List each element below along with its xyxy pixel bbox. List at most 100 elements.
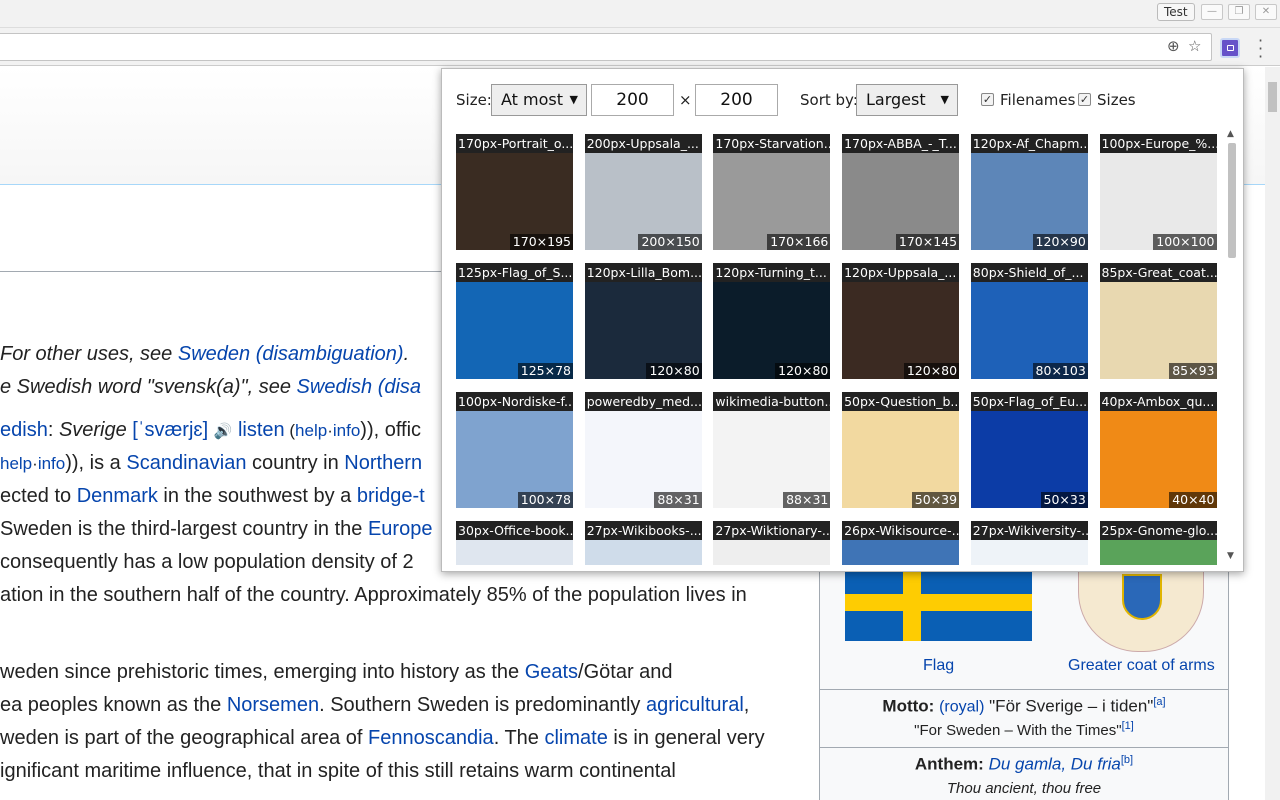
width-input[interactable]: 200 — [591, 84, 674, 116]
image-filename: 120px-Lilla_Bom... — [584, 263, 702, 282]
image-tile[interactable]: 200px-Uppsala_... 200×150 — [584, 134, 702, 250]
maximize-button[interactable]: ❐ — [1228, 4, 1250, 20]
popup-scrollbar[interactable]: ▲ ▼ — [1225, 129, 1239, 565]
close-window-button[interactable]: ✕ — [1255, 4, 1277, 20]
size-label: Size: — [456, 91, 492, 109]
northern-link[interactable]: Northern — [344, 452, 422, 474]
sizes-label[interactable]: Sizes — [1097, 91, 1136, 109]
image-tile[interactable]: 170px-ABBA_-_T... 170×145 — [842, 134, 960, 250]
image-tile[interactable]: 27px-Wiktionary-... — [713, 521, 831, 565]
flag-image[interactable] — [845, 568, 1032, 641]
paragraph-line: ignificant maritime influence, that in s… — [0, 760, 676, 782]
image-extension-icon[interactable] — [1220, 38, 1240, 58]
image-filename: 200px-Uppsala_... — [584, 134, 702, 153]
scroll-down-icon[interactable]: ▼ — [1227, 551, 1234, 561]
image-tile[interactable]: 170px-Starvation... 170×166 — [713, 134, 831, 250]
geats-link[interactable]: Geats — [525, 661, 578, 683]
zoom-icon[interactable]: ⊕ — [1167, 38, 1180, 54]
image-filename: 85px-Great_coat... — [1099, 263, 1217, 282]
flag-caption[interactable]: Flag — [923, 657, 954, 675]
denmark-link[interactable]: Denmark — [77, 485, 158, 507]
image-tile[interactable]: poweredby_med... 88×31 — [584, 392, 702, 508]
sizes-checkbox[interactable]: ✓ — [1078, 93, 1091, 106]
image-tile[interactable]: 120px-Uppsala_... 120×80 — [842, 263, 960, 379]
image-filename: 25px-Gnome-glo... — [1099, 521, 1217, 540]
footnote-a[interactable]: [a] — [1153, 696, 1165, 708]
height-input[interactable]: 200 — [695, 84, 778, 116]
info-link[interactable]: info — [38, 454, 65, 473]
swedish-link[interactable]: Swedish (disa — [297, 376, 422, 398]
help-link[interactable]: help — [295, 421, 327, 440]
filenames-label[interactable]: Filenames — [1000, 91, 1075, 109]
image-filename: 26px-Wikisource-... — [842, 521, 960, 540]
fennoscandia-link[interactable]: Fennoscandia — [368, 727, 494, 749]
image-tile[interactable]: 100px-Nordiske-f... 100×78 — [456, 392, 573, 508]
bridge-link[interactable]: bridge-t — [357, 485, 425, 507]
image-filename: 170px-ABBA_-_T... — [842, 134, 960, 153]
ipa-link[interactable]: [ˈsværjɛ] — [127, 419, 208, 441]
image-tile[interactable]: 25px-Gnome-glo... — [1099, 521, 1217, 565]
image-tile[interactable]: 120px-Turning_t... 120×80 — [713, 263, 831, 379]
image-dimensions: 200×150 — [638, 234, 702, 250]
image-tile[interactable]: 125px-Flag_of_S... 125×78 — [456, 263, 573, 379]
profile-button[interactable]: Test — [1157, 3, 1195, 21]
speaker-icon[interactable]: 🔊 — [214, 423, 233, 440]
info-link[interactable]: info — [333, 421, 360, 440]
size-mode-select[interactable]: At most ▼ — [491, 84, 587, 116]
image-tile[interactable]: wikimedia-button... 88×31 — [713, 392, 831, 508]
image-tile[interactable]: 27px-Wikiversity-... — [970, 521, 1088, 565]
image-filename: wikimedia-button... — [713, 392, 831, 411]
image-dimensions: 120×80 — [903, 363, 960, 379]
help-link[interactable]: help — [0, 454, 32, 473]
anthem-link[interactable]: Du gamla, Du fria — [989, 755, 1121, 774]
image-tile[interactable]: 27px-Wikibooks-... — [584, 521, 702, 565]
image-dimensions: 85×93 — [1169, 363, 1217, 379]
coat-of-arms-caption[interactable]: Greater coat of arms — [1068, 657, 1215, 675]
image-tile[interactable]: 100px-Europe_%... 100×100 — [1099, 134, 1217, 250]
listen-link[interactable]: listen — [238, 419, 285, 441]
image-tile[interactable]: 50px-Flag_of_Eu... 50×33 — [970, 392, 1088, 508]
image-filename: 125px-Flag_of_S... — [456, 263, 573, 282]
climate-link[interactable]: climate — [544, 727, 607, 749]
minimize-button[interactable]: — — [1201, 4, 1223, 20]
image-tile[interactable]: 120px-Lilla_Bom... 120×80 — [584, 263, 702, 379]
image-tile[interactable]: 30px-Office-book... — [456, 521, 573, 565]
title-bar: Test — ❐ ✕ — [0, 0, 1280, 28]
image-filename: 120px-Af_Chapm... — [970, 134, 1088, 153]
page-scrollbar[interactable] — [1265, 67, 1280, 800]
paragraph-line: Sweden is the third-largest country in t… — [0, 518, 433, 540]
coat-of-arms-image[interactable] — [1078, 568, 1204, 652]
scandinavian-link[interactable]: Scandinavian — [126, 452, 246, 474]
swedish-language-link[interactable]: edish — [0, 419, 48, 441]
europe-link[interactable]: Europe — [368, 518, 433, 540]
paragraph-line: ected to Denmark in the southwest by a b… — [0, 485, 425, 507]
image-tile[interactable]: 170px-Portrait_o... 170×195 — [456, 134, 573, 250]
menu-icon[interactable]: · · · — [1258, 33, 1263, 65]
paragraph-line: consequently has a low population densit… — [0, 551, 414, 573]
infobox-divider — [820, 689, 1228, 690]
filenames-checkbox[interactable]: ✓ — [981, 93, 994, 106]
dropdown-caret-icon: ▼ — [569, 93, 578, 106]
norsemen-link[interactable]: Norsemen — [227, 694, 319, 716]
image-dimensions: 120×90 — [1032, 234, 1088, 250]
image-tile[interactable]: 120px-Af_Chapm... 120×90 — [970, 134, 1088, 250]
bookmark-star-icon[interactable]: ☆ — [1188, 38, 1201, 54]
disambiguation-link[interactable]: Sweden (disambiguation) — [178, 343, 404, 365]
agricultural-link[interactable]: agricultural — [646, 694, 744, 716]
address-bar[interactable] — [0, 33, 1212, 61]
footnote-1[interactable]: [1] — [1122, 720, 1134, 732]
image-dimensions: 50×33 — [1040, 492, 1088, 508]
royal-link[interactable]: (royal) — [939, 699, 984, 716]
image-tile[interactable]: 80px-Shield_of_... 80×103 — [970, 263, 1088, 379]
image-tile[interactable]: 50px-Question_b... 50×39 — [842, 392, 960, 508]
image-tile[interactable]: 40px-Ambox_qu... 40×40 — [1099, 392, 1217, 508]
footnote-b[interactable]: [b] — [1121, 754, 1133, 766]
popup-scroll-thumb[interactable] — [1228, 143, 1236, 258]
image-tile[interactable]: 85px-Great_coat... 85×93 — [1099, 263, 1217, 379]
sort-select[interactable]: Largest ▼ — [856, 84, 958, 116]
scroll-up-icon[interactable]: ▲ — [1227, 129, 1234, 139]
image-filename: 50px-Flag_of_Eu... — [970, 392, 1088, 411]
image-dimensions: 50×39 — [911, 492, 960, 508]
browser-toolbar: ⊕ ☆ — [0, 28, 1280, 66]
image-tile[interactable]: 26px-Wikisource-... — [842, 521, 960, 565]
